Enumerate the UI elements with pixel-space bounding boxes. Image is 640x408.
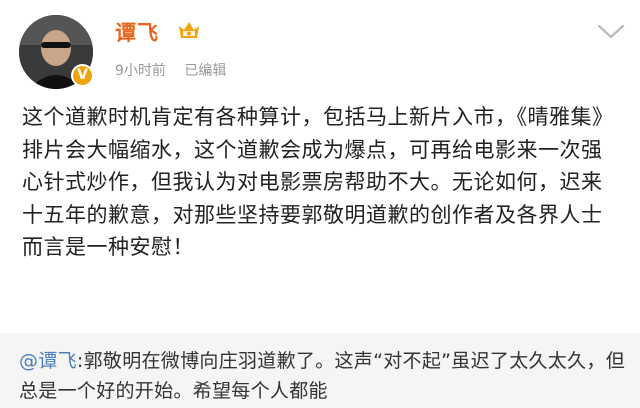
post-timestamp: 9小时前 [115, 63, 166, 79]
retweet-body: :郭敬明在微博向庄羽道歉了。这声“对不起”虽迟了太久太久，但总是一个好的开始。希… [19, 350, 625, 402]
mention-link[interactable]: @谭飞 [19, 350, 77, 372]
vip-crown-badge-icon [179, 22, 199, 38]
chevron-down-icon[interactable] [594, 20, 628, 42]
author-name[interactable]: 谭飞 [115, 17, 159, 47]
edited-label[interactable]: 已编辑 [184, 63, 226, 79]
post-meta: 9小时前 已编辑 [115, 60, 240, 80]
retweet-text: @谭飞:郭敬明在微博向庄羽道歉了。这声“对不起”虽迟了太久太久，但总是一个好的开… [19, 346, 629, 406]
verified-v-icon: V [71, 64, 94, 87]
post-content: 这个道歉时机肯定有各种算计，包括马上新片入市，《晴雅集》排片会大幅缩水，这个道歉… [22, 105, 614, 259]
